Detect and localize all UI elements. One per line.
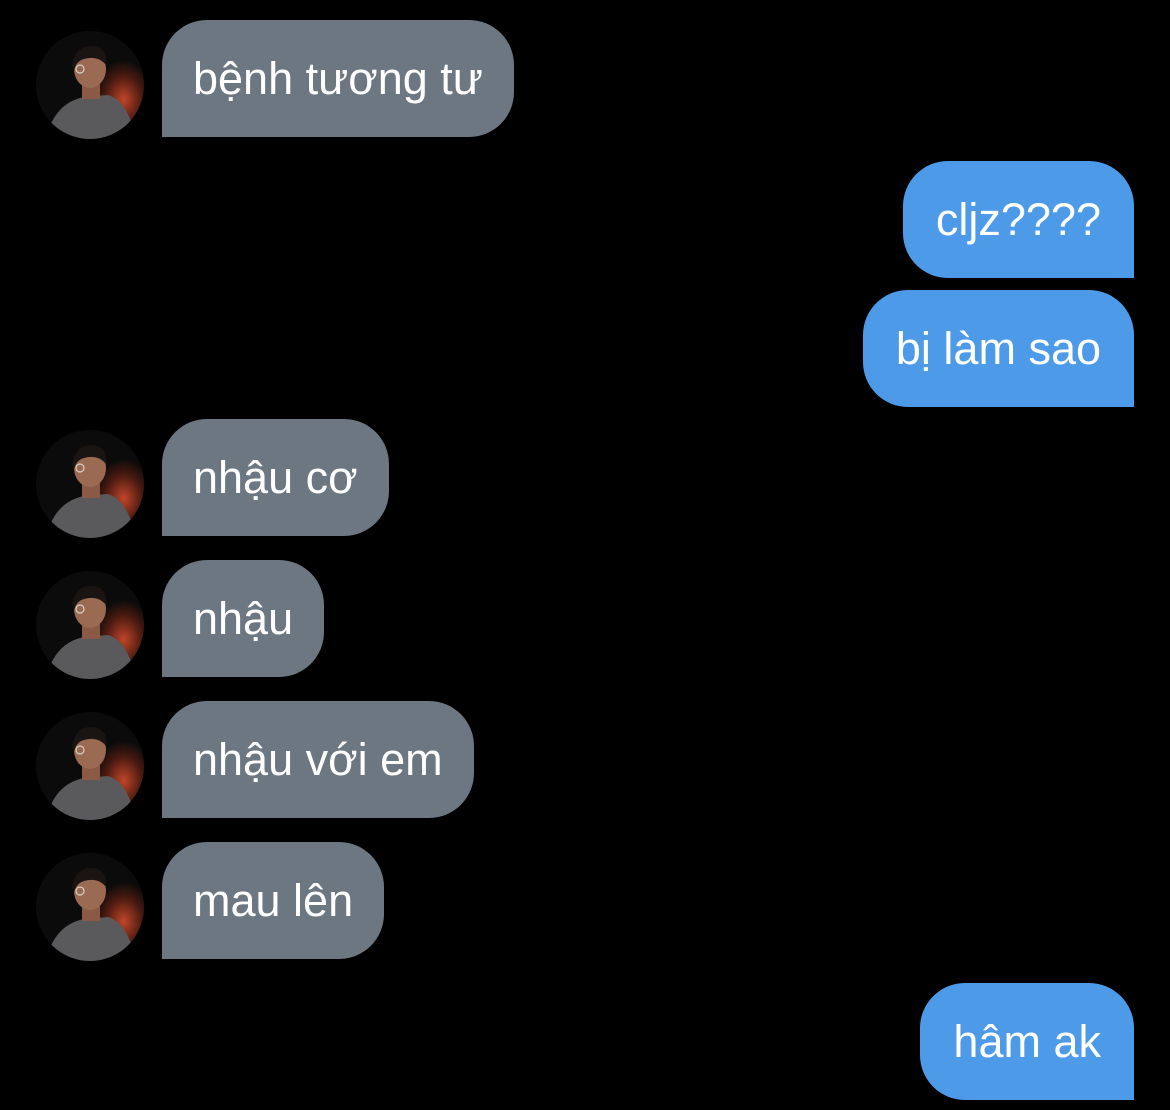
profile-photo-icon	[36, 430, 144, 538]
profile-photo-icon	[36, 571, 144, 679]
message-bubble-outgoing[interactable]: bị làm sao	[862, 290, 1134, 407]
message-row-outgoing: cljz????	[0, 161, 1170, 278]
avatar[interactable]	[36, 430, 144, 538]
message-row-incoming: bệnh tương tư	[0, 20, 1170, 139]
message-bubble-incoming[interactable]: bệnh tương tư	[162, 20, 514, 137]
profile-photo-icon	[36, 712, 144, 820]
message-bubble-outgoing[interactable]: cljz????	[902, 161, 1134, 278]
message-bubble-incoming[interactable]: nhậu cơ	[162, 419, 389, 536]
avatar[interactable]	[36, 712, 144, 820]
message-row-incoming: nhậu cơ	[0, 419, 1170, 538]
message-bubble-incoming[interactable]: nhậu với em	[162, 701, 474, 818]
message-bubble-incoming[interactable]: nhậu	[162, 560, 325, 677]
avatar[interactable]	[36, 571, 144, 679]
profile-photo-icon	[36, 31, 144, 139]
message-row-incoming: nhậu với em	[0, 701, 1170, 820]
avatar[interactable]	[36, 853, 144, 961]
profile-photo-icon	[36, 853, 144, 961]
message-row-outgoing: hâm ak	[0, 983, 1170, 1100]
message-row-incoming: mau lên	[0, 842, 1170, 961]
message-row-outgoing: bị làm sao	[0, 290, 1170, 407]
message-bubble-outgoing[interactable]: hâm ak	[920, 983, 1134, 1100]
avatar[interactable]	[36, 31, 144, 139]
message-thread: bệnh tương tư cljz???? bị làm sao nhậu c…	[0, 0, 1170, 1110]
message-bubble-incoming[interactable]: mau lên	[162, 842, 385, 959]
message-row-incoming: nhậu	[0, 560, 1170, 679]
